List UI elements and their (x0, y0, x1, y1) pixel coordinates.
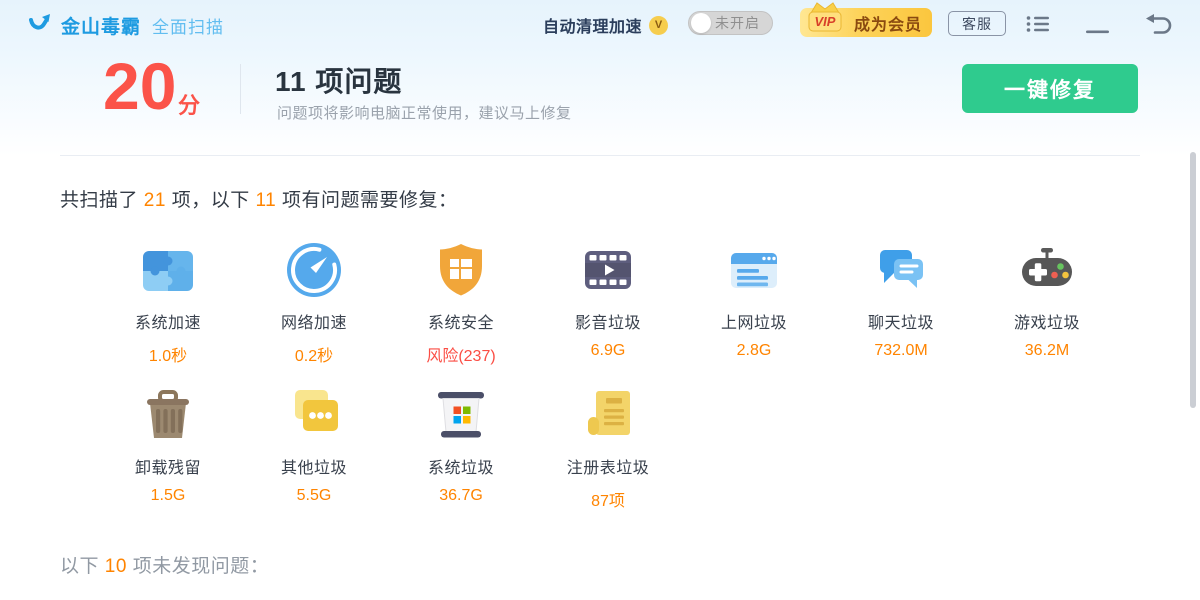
scan-item-value: 2.8G (694, 342, 814, 360)
become-vip-button[interactable]: VIP 成为会员 (800, 8, 932, 37)
registry-scroll-icon (576, 383, 640, 447)
scan-item-value: 36.2M (987, 342, 1107, 360)
puzzle-icon (136, 238, 200, 302)
scan-item-media-junk[interactable]: 影音垃圾 6.9G (548, 238, 668, 360)
issues-count-title: 11 项问题 (275, 60, 402, 100)
scan-mode-label: 全面扫描 (152, 13, 224, 38)
menu-list-icon[interactable] (1026, 14, 1050, 39)
chat-icon (869, 238, 933, 302)
scan-item-label: 上网垃圾 (694, 309, 814, 333)
scan-item-value: 0.2秒 (254, 342, 374, 366)
clean-count: 10 (105, 556, 127, 577)
app-logo: 金山毒霸 全面扫描 (28, 10, 224, 41)
shield-windows-icon (429, 238, 493, 302)
clean-suffix: 项未发现问题： (127, 556, 269, 577)
scan-item-other-junk[interactable]: 其他垃圾 5.5G (254, 383, 374, 505)
scan-item-system-security[interactable]: 系统安全 风险(237) (401, 238, 521, 366)
clean-prefix: 以下 (60, 556, 105, 577)
film-icon (576, 238, 640, 302)
undo-arrow-icon[interactable] (1144, 13, 1172, 40)
scan-item-label: 系统安全 (401, 309, 521, 333)
scan-item-network-speedup[interactable]: 网络加速 0.2秒 (254, 238, 374, 366)
scan-item-label: 游戏垃圾 (987, 309, 1107, 333)
scan-item-label: 系统垃圾 (401, 454, 521, 478)
issue-count: 11 (255, 190, 276, 211)
summary-middle: 项，以下 (166, 190, 256, 211)
toggle-knob[interactable] (691, 13, 711, 33)
customer-support-button[interactable]: 客服 (948, 11, 1006, 36)
scan-item-web-junk[interactable]: 上网垃圾 2.8G (694, 238, 814, 360)
scan-item-value: 5.5G (254, 487, 374, 505)
scan-item-label: 其他垃圾 (254, 454, 374, 478)
scan-item-chat-junk[interactable]: 聊天垃圾 732.0M (841, 238, 961, 360)
section-divider (60, 155, 1140, 156)
scan-item-uninstall-residue[interactable]: 卸载残留 1.5G (108, 383, 228, 505)
scan-item-label: 卸载残留 (108, 454, 228, 478)
scan-item-label: 聊天垃圾 (841, 309, 961, 333)
scan-item-label: 影音垃圾 (548, 309, 668, 333)
one-click-fix-button[interactable]: 一键修复 (962, 64, 1138, 113)
scan-item-label: 网络加速 (254, 309, 374, 333)
scan-item-label: 注册表垃圾 (548, 454, 668, 478)
scan-item-game-junk[interactable]: 游戏垃圾 36.2M (987, 238, 1107, 360)
scan-item-value: 风险(237) (401, 342, 521, 366)
scan-item-value: 732.0M (841, 342, 961, 360)
minimize-icon[interactable] (1086, 21, 1110, 39)
scan-item-system-junk[interactable]: 系统垃圾 36.7G (401, 383, 521, 505)
auto-clean-setting: 自动清理加速 V (543, 13, 668, 37)
speedometer-icon (282, 238, 346, 302)
app-name: 金山毒霸 (61, 12, 141, 39)
scan-item-registry-junk[interactable]: 注册表垃圾 87项 (548, 383, 668, 511)
scan-item-value: 1.5G (108, 487, 228, 505)
scan-summary: 共扫描了 21 项，以下 11 项有问题需要修复： (60, 185, 458, 212)
scan-item-value: 36.7G (401, 487, 521, 505)
browser-icon (722, 238, 786, 302)
vip-cta-label: 成为会员 (854, 11, 922, 35)
issues-subtitle: 问题项将影响电脑正常使用，建议马上修复 (277, 102, 572, 123)
header-vertical-divider (240, 64, 241, 114)
summary-prefix: 共扫描了 (60, 190, 144, 211)
auto-clean-toggle[interactable]: 未开启 (688, 11, 773, 35)
clean-summary: 以下 10 项未发现问题： (60, 551, 269, 578)
score-unit-label: 分 (178, 88, 200, 120)
gamepad-icon (1015, 238, 1079, 302)
trash-basket-icon (136, 383, 200, 447)
vip-mini-icon: V (649, 16, 668, 35)
scan-item-value: 87项 (548, 487, 668, 511)
vip-crown-icon: VIP (804, 0, 846, 39)
toggle-state-label: 未开启 (715, 13, 760, 33)
scan-item-label: 系统加速 (108, 309, 228, 333)
health-score: 20 (103, 48, 176, 124)
support-label: 客服 (962, 14, 992, 34)
summary-suffix: 项有问题需要修复： (276, 190, 457, 211)
scan-item-system-speedup[interactable]: 系统加速 1.0秒 (108, 238, 228, 366)
brand-swoosh-icon (28, 10, 54, 41)
scrollbar-thumb[interactable] (1190, 152, 1196, 408)
scan-item-value: 1.0秒 (108, 342, 228, 366)
title-bar: 金山毒霸 全面扫描 自动清理加速 V 未开启 VIP 成为会员 客服 (0, 0, 1200, 46)
scan-item-value: 6.9G (548, 342, 668, 360)
auto-clean-label: 自动清理加速 (543, 13, 642, 37)
scanned-count: 21 (144, 190, 166, 211)
recycle-bin-windows-icon (429, 383, 493, 447)
svg-text:VIP: VIP (815, 14, 836, 29)
cards-icon (282, 383, 346, 447)
